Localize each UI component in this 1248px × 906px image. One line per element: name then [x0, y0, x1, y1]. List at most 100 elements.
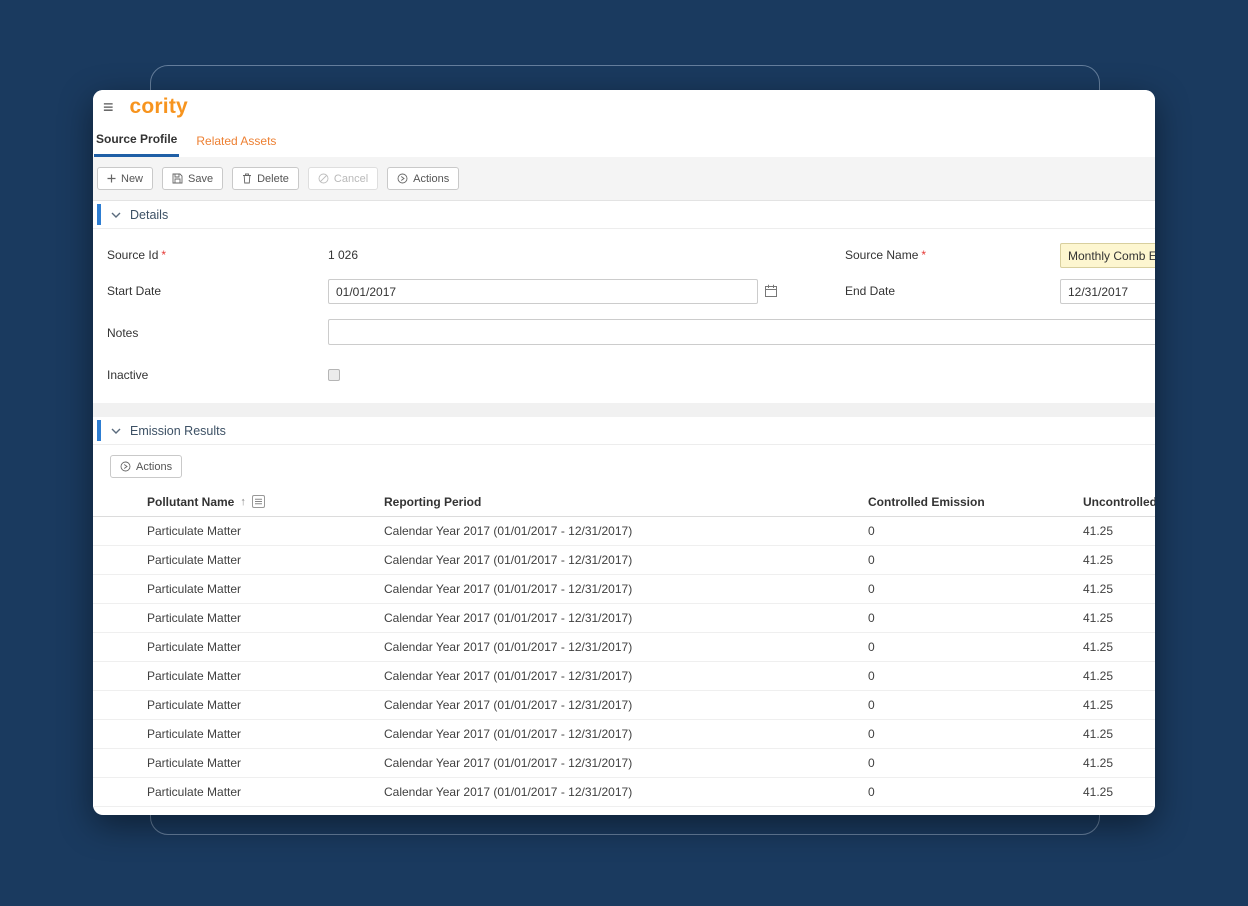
- column-menu-icon[interactable]: [252, 495, 265, 508]
- cell-pollutant-name: Particulate Matter: [147, 640, 384, 654]
- section-divider: [93, 403, 1155, 417]
- cell-pollutant-name: Particulate Matter: [147, 669, 384, 683]
- table-row[interactable]: Particulate Matter Calendar Year 2017 (0…: [93, 575, 1155, 604]
- cell-controlled-emission: 0: [868, 669, 1083, 683]
- cell-controlled-emission: 0: [868, 524, 1083, 538]
- table-row[interactable]: Particulate Matter Calendar Year 2017 (0…: [93, 517, 1155, 546]
- table-row[interactable]: Particulate Matter Calendar Year 2017 (0…: [93, 691, 1155, 720]
- details-section-header: Details: [93, 201, 1155, 229]
- delete-button-label: Delete: [257, 173, 289, 185]
- start-date-label: Start Date: [107, 284, 161, 298]
- tab-bar: Source Profile Related Assets: [93, 124, 1155, 157]
- save-button[interactable]: Save: [162, 167, 223, 190]
- cell-reporting-period: Calendar Year 2017 (01/01/2017 - 12/31/2…: [384, 524, 868, 538]
- calendar-icon[interactable]: [762, 282, 780, 300]
- cell-uncontrolled-emission: 41.25: [1083, 611, 1155, 625]
- table-header-row: Pollutant Name ↑ Reporting Period Contro…: [93, 487, 1155, 517]
- cell-pollutant-name: Particulate Matter: [147, 524, 384, 538]
- sort-ascending-icon[interactable]: ↑: [240, 496, 246, 508]
- cell-controlled-emission: 0: [868, 640, 1083, 654]
- actions-button-label: Actions: [413, 173, 449, 185]
- new-button[interactable]: New: [97, 167, 153, 190]
- chevron-down-icon[interactable]: [111, 212, 121, 218]
- emission-results-section-header: Emission Results: [93, 417, 1155, 445]
- cell-pollutant-name: Particulate Matter: [147, 611, 384, 625]
- column-header-reporting-period[interactable]: Reporting Period: [384, 495, 868, 509]
- section-accent-bar: [97, 420, 101, 441]
- emission-results-section-title: Emission Results: [130, 424, 226, 438]
- cell-controlled-emission: 0: [868, 785, 1083, 799]
- section-accent-bar: [97, 204, 101, 225]
- cell-controlled-emission: 0: [868, 582, 1083, 596]
- column-header-uncontrolled-emission[interactable]: Uncontrolled Emission: [1083, 495, 1155, 509]
- cell-uncontrolled-emission: 41.25: [1083, 553, 1155, 567]
- cell-controlled-emission: 0: [868, 553, 1083, 567]
- actions-icon: [397, 173, 408, 184]
- cancel-icon: [318, 173, 329, 184]
- cell-controlled-emission: 0: [868, 698, 1083, 712]
- cell-reporting-period: Calendar Year 2017 (01/01/2017 - 12/31/2…: [384, 582, 868, 596]
- table-row[interactable]: Particulate Matter Calendar Year 2017 (0…: [93, 662, 1155, 691]
- cell-uncontrolled-emission: 41.25: [1083, 582, 1155, 596]
- cell-pollutant-name: Particulate Matter: [147, 582, 384, 596]
- cell-uncontrolled-emission: 41.25: [1083, 727, 1155, 741]
- app-window: ≡ cority Source Profile Related Assets N…: [93, 90, 1155, 815]
- cell-pollutant-name: Particulate Matter: [147, 553, 384, 567]
- cell-uncontrolled-emission: 41.25: [1083, 640, 1155, 654]
- tab-related-assets[interactable]: Related Assets: [194, 124, 278, 157]
- cell-pollutant-name: Particulate Matter: [147, 756, 384, 770]
- grid-actions-button[interactable]: Actions: [110, 455, 182, 478]
- table-row[interactable]: Particulate Matter Calendar Year 2017 (0…: [93, 749, 1155, 778]
- cell-uncontrolled-emission: 41.25: [1083, 669, 1155, 683]
- actions-button[interactable]: Actions: [387, 167, 459, 190]
- cell-reporting-period: Calendar Year 2017 (01/01/2017 - 12/31/2…: [384, 553, 868, 567]
- source-id-label: Source Id*: [107, 248, 166, 262]
- tab-source-profile[interactable]: Source Profile: [94, 124, 179, 157]
- cell-pollutant-name: Particulate Matter: [147, 785, 384, 799]
- end-date-input[interactable]: [1060, 279, 1155, 304]
- cell-reporting-period: Calendar Year 2017 (01/01/2017 - 12/31/2…: [384, 785, 868, 799]
- table-row[interactable]: Particulate Matter Calendar Year 2017 (0…: [93, 604, 1155, 633]
- cell-uncontrolled-emission: 41.25: [1083, 524, 1155, 538]
- window-content: ≡ cority Source Profile Related Assets N…: [93, 90, 1155, 807]
- hamburger-menu-icon[interactable]: ≡: [103, 98, 114, 116]
- grid-toolbar: Actions: [93, 445, 1155, 487]
- source-name-label: Source Name*: [845, 248, 926, 262]
- plus-icon: [107, 174, 116, 183]
- inactive-checkbox[interactable]: [328, 369, 340, 381]
- required-asterisk: *: [921, 248, 926, 262]
- emission-results-table: Pollutant Name ↑ Reporting Period Contro…: [93, 487, 1155, 807]
- new-button-label: New: [121, 173, 143, 185]
- chevron-down-icon[interactable]: [111, 428, 121, 434]
- cell-uncontrolled-emission: 41.25: [1083, 756, 1155, 770]
- cell-reporting-period: Calendar Year 2017 (01/01/2017 - 12/31/2…: [384, 756, 868, 770]
- start-date-input[interactable]: [328, 279, 758, 304]
- table-row[interactable]: Particulate Matter Calendar Year 2017 (0…: [93, 546, 1155, 575]
- source-name-input[interactable]: [1060, 243, 1155, 268]
- cell-controlled-emission: 0: [868, 727, 1083, 741]
- cell-reporting-period: Calendar Year 2017 (01/01/2017 - 12/31/2…: [384, 640, 868, 654]
- cell-pollutant-name: Particulate Matter: [147, 698, 384, 712]
- table-row[interactable]: Particulate Matter Calendar Year 2017 (0…: [93, 778, 1155, 807]
- save-button-label: Save: [188, 173, 213, 185]
- record-toolbar: New Save Delete Cancel Actions: [93, 157, 1155, 201]
- cancel-button[interactable]: Cancel: [308, 167, 378, 190]
- cell-uncontrolled-emission: 41.25: [1083, 698, 1155, 712]
- table-row[interactable]: Particulate Matter Calendar Year 2017 (0…: [93, 633, 1155, 662]
- grid-actions-button-label: Actions: [136, 461, 172, 473]
- cell-reporting-period: Calendar Year 2017 (01/01/2017 - 12/31/2…: [384, 698, 868, 712]
- cority-logo: cority: [130, 95, 188, 119]
- table-row[interactable]: Particulate Matter Calendar Year 2017 (0…: [93, 720, 1155, 749]
- source-id-value: 1 026: [328, 248, 358, 262]
- required-asterisk: *: [161, 248, 166, 262]
- notes-input[interactable]: [328, 319, 1155, 345]
- inactive-label: Inactive: [107, 368, 148, 382]
- cell-reporting-period: Calendar Year 2017 (01/01/2017 - 12/31/2…: [384, 611, 868, 625]
- details-section-title: Details: [130, 208, 168, 222]
- column-header-controlled-emission[interactable]: Controlled Emission: [868, 495, 1083, 509]
- column-header-pollutant-name[interactable]: Pollutant Name ↑: [147, 495, 384, 509]
- cell-pollutant-name: Particulate Matter: [147, 727, 384, 741]
- delete-button[interactable]: Delete: [232, 167, 299, 190]
- cell-reporting-period: Calendar Year 2017 (01/01/2017 - 12/31/2…: [384, 669, 868, 683]
- trash-icon: [242, 173, 252, 184]
